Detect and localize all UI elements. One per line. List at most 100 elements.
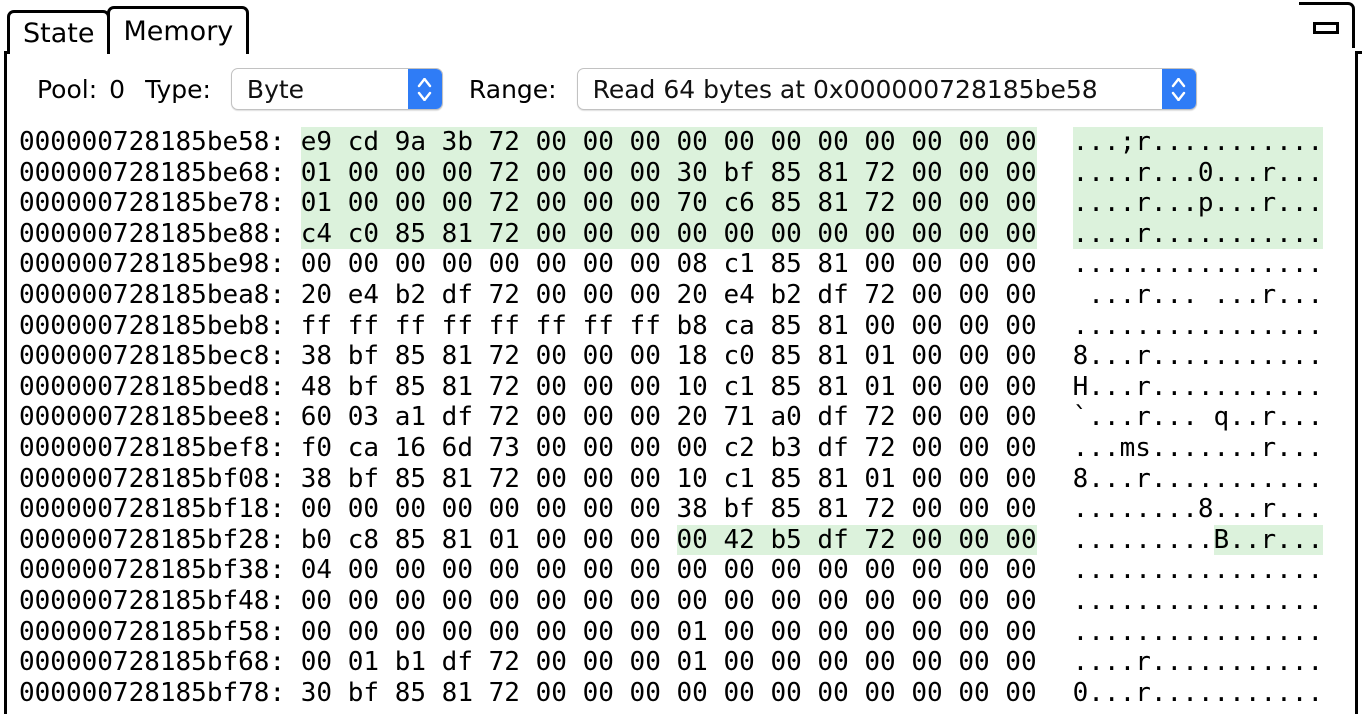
hex-byte[interactable]: a1 [395, 402, 442, 433]
hex-byte[interactable]: 00 [1005, 617, 1036, 648]
hex-byte[interactable]: 00 [770, 127, 818, 158]
hex-byte[interactable]: 85 [770, 157, 818, 189]
hex-byte[interactable]: 81 [817, 464, 864, 495]
hex-byte[interactable]: 00 [817, 647, 864, 678]
hex-byte[interactable]: 00 [535, 127, 583, 158]
hex-byte[interactable]: 04 [301, 555, 348, 586]
hex-byte[interactable]: 85 [770, 188, 818, 219]
hex-byte[interactable]: 00 [1005, 311, 1036, 342]
hex-byte[interactable]: 72 [489, 280, 536, 311]
hex-byte[interactable]: 00 [630, 617, 677, 648]
hex-byte[interactable]: 00 [911, 341, 958, 372]
hex-byte[interactable]: 00 [630, 249, 677, 280]
hex-byte[interactable]: 85 [395, 525, 442, 556]
hex-byte[interactable]: 01 [677, 617, 724, 648]
hex-byte[interactable]: 00 [864, 586, 911, 617]
hex-byte[interactable]: f0 [301, 433, 348, 464]
hex-byte[interactable]: 00 [348, 617, 395, 648]
hex-byte[interactable]: 38 [301, 464, 348, 495]
hex-byte[interactable]: ff [583, 311, 630, 342]
hex-row[interactable]: 000000728185bf18: 00 00 00 00 00 00 00 0… [19, 494, 1355, 525]
hex-byte[interactable]: 3b [441, 127, 489, 158]
hex-byte[interactable]: 00 [583, 433, 630, 464]
tab-state[interactable]: State [7, 10, 111, 54]
hex-row[interactable]: 000000728185be58: e9 cd 9a 3b 72 00 00 0… [19, 127, 1355, 158]
hex-byte[interactable]: a0 [770, 402, 817, 433]
hex-byte[interactable]: df [817, 433, 864, 464]
hex-byte[interactable]: 00 [394, 157, 442, 189]
hex-byte[interactable]: cd [347, 127, 395, 158]
hex-byte[interactable]: 00 [723, 218, 771, 250]
hex-byte[interactable]: 01 [300, 188, 348, 219]
hex-byte[interactable]: 81 [442, 341, 489, 372]
hex-byte[interactable]: 00 [535, 218, 583, 250]
hex-byte[interactable]: 85 [395, 464, 442, 495]
hex-byte[interactable]: 00 [442, 617, 489, 648]
hex-byte[interactable]: 00 [301, 586, 348, 617]
hex-byte[interactable]: 00 [770, 218, 818, 250]
hex-byte[interactable]: 85 [770, 311, 817, 342]
hex-byte[interactable]: 20 [301, 280, 348, 311]
hex-byte[interactable]: 00 [1005, 280, 1036, 311]
hex-byte[interactable]: 00 [583, 617, 630, 648]
hex-byte[interactable]: b1 [395, 647, 442, 678]
hex-byte[interactable]: 48 [301, 372, 348, 403]
range-select[interactable]: Read 64 bytes at 0x000000728185be58 [576, 68, 1197, 110]
hex-byte[interactable]: 81 [442, 372, 489, 403]
hex-byte[interactable]: 30 [676, 157, 724, 189]
hex-byte[interactable]: 00 [958, 341, 1005, 372]
hex-byte[interactable]: 00 [348, 249, 395, 280]
hex-byte[interactable]: 00 [1005, 188, 1037, 219]
hex-byte[interactable]: 72 [864, 524, 912, 556]
hex-dump[interactable]: 000000728185be58: e9 cd 9a 3b 72 00 00 0… [7, 127, 1355, 714]
hex-byte[interactable]: b5 [770, 524, 818, 556]
hex-byte[interactable]: 00 [395, 586, 442, 617]
hex-byte[interactable]: 00 [630, 555, 677, 586]
hex-byte[interactable]: 00 [911, 157, 959, 189]
hex-byte[interactable]: df [442, 280, 489, 311]
hex-byte[interactable]: df [817, 280, 864, 311]
tab-memory[interactable]: Memory [107, 6, 250, 54]
hex-byte[interactable]: 81 [817, 494, 864, 525]
hex-byte[interactable]: 00 [864, 617, 911, 648]
hex-byte[interactable]: 00 [958, 617, 1005, 648]
hex-byte[interactable]: 00 [958, 280, 1005, 311]
hex-byte[interactable]: 00 [958, 678, 1005, 709]
hex-byte[interactable]: 38 [301, 341, 348, 372]
hex-row[interactable]: 000000728185bf68: 00 01 b1 df 72 00 00 0… [19, 647, 1355, 678]
hex-byte[interactable]: 00 [629, 188, 677, 219]
hex-byte[interactable]: 00 [864, 678, 911, 709]
hex-byte[interactable]: 72 [489, 372, 536, 403]
hex-byte[interactable]: 72 [864, 494, 911, 525]
hex-byte[interactable]: 00 [536, 555, 583, 586]
hex-row[interactable]: 000000728185bef8: f0 ca 16 6d 73 00 00 0… [19, 433, 1355, 464]
hex-byte[interactable]: 72 [864, 280, 911, 311]
hex-byte[interactable]: 00 [677, 678, 724, 709]
hex-byte[interactable]: c1 [723, 249, 770, 280]
hex-byte[interactable]: 00 [583, 525, 630, 556]
hex-byte[interactable]: 72 [864, 157, 912, 189]
hex-byte[interactable]: 00 [911, 188, 959, 219]
hex-byte[interactable]: 00 [817, 127, 865, 158]
hex-byte[interactable]: 85 [395, 341, 442, 372]
hex-byte[interactable]: c4 [300, 218, 348, 250]
hex-byte[interactable]: 00 [817, 617, 864, 648]
hex-byte[interactable]: 00 [582, 218, 630, 250]
hex-byte[interactable]: 00 [911, 647, 958, 678]
hex-byte[interactable]: 00 [347, 188, 395, 219]
hex-byte[interactable]: 72 [489, 678, 536, 709]
hex-byte[interactable]: 00 [958, 586, 1005, 617]
hex-byte[interactable]: 00 [583, 494, 630, 525]
hex-byte[interactable]: 00 [395, 555, 442, 586]
hex-byte[interactable]: 00 [911, 555, 958, 586]
hex-byte[interactable]: ff [442, 311, 489, 342]
hex-byte[interactable]: 00 [1005, 402, 1036, 433]
hex-byte[interactable]: 00 [1005, 586, 1036, 617]
hex-byte[interactable]: df [442, 402, 489, 433]
hex-byte[interactable]: 00 [536, 678, 583, 709]
hex-byte[interactable]: e4 [723, 280, 770, 311]
hex-byte[interactable]: 00 [723, 678, 770, 709]
hex-byte[interactable]: 72 [488, 127, 536, 158]
hex-byte[interactable]: 72 [489, 464, 536, 495]
hex-byte[interactable]: bf [348, 341, 395, 372]
